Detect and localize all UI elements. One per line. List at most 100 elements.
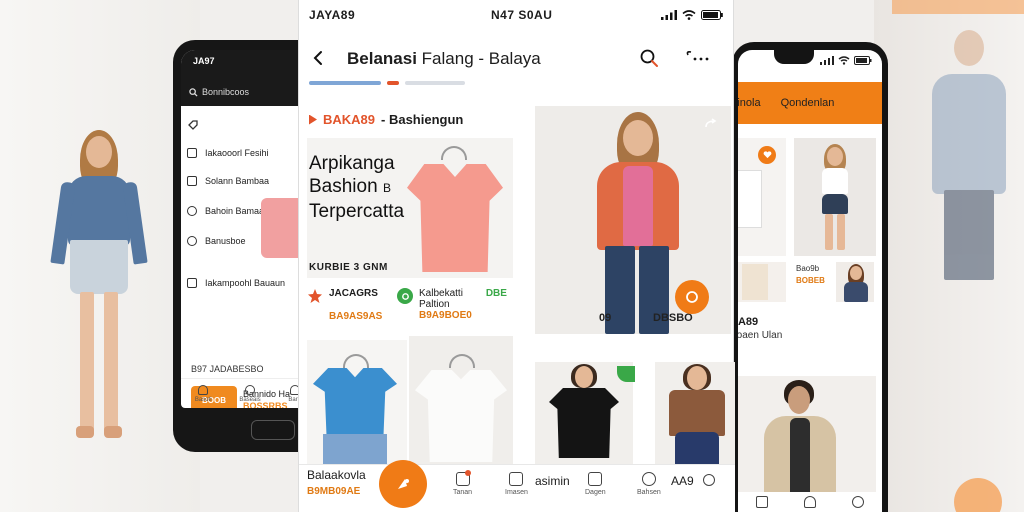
nav-label: Dagen <box>585 489 606 496</box>
signal-icon <box>820 56 834 65</box>
banner-line: Terpercatta <box>309 201 405 222</box>
heart-icon <box>187 206 197 216</box>
product-meta-right[interactable]: Kalbekatti Paltion B9A9BOE0 DBE <box>397 288 507 321</box>
left-phone-row-1[interactable]: Iakaooorl Fesihi <box>187 142 269 164</box>
bottom-product-left[interactable]: Balaakovla B9MB09AE <box>307 468 366 497</box>
battery-icon <box>701 10 723 20</box>
right-phone-bottom-nav <box>738 492 882 512</box>
nav-label: Baseais <box>239 396 261 403</box>
left-phone-row-2[interactable]: Solann Bambaa <box>187 170 269 192</box>
hanger-icon <box>343 354 369 368</box>
tab-indicator <box>309 81 465 85</box>
nav-search[interactable]: Baseais <box>239 384 261 403</box>
nav-search[interactable]: Bahsen <box>637 472 661 496</box>
bag-icon <box>187 176 197 186</box>
bottom-product-mid[interactable]: asimin <box>535 474 570 488</box>
product-card-leopard[interactable] <box>655 362 735 466</box>
cart-icon <box>187 278 197 288</box>
fullscreen-icon[interactable] <box>703 118 719 132</box>
more-icon <box>686 51 709 61</box>
left-phone-screen: JA97 Bonnibcoos Iakaooorl Fesihi Solann … <box>181 50 315 408</box>
bottom-product-title: AA9 <box>671 474 694 488</box>
cart-icon[interactable] <box>703 474 715 486</box>
favorite-badge[interactable] <box>758 146 776 164</box>
bottom-product-title: asimin <box>535 474 570 488</box>
header-left-label[interactable]: Pinola <box>738 97 761 109</box>
product-card-model-small[interactable] <box>836 262 874 302</box>
decorative-orange-bar <box>892 0 1024 14</box>
cart-icon <box>686 291 698 303</box>
back-button[interactable] <box>309 48 329 68</box>
product-price-1: BOBEB <box>796 276 825 285</box>
left-phone-row-label: Banusboe <box>205 236 246 246</box>
home-button[interactable] <box>251 420 295 440</box>
tab-indicator-active[interactable] <box>309 81 381 85</box>
flag-icon <box>309 114 317 125</box>
inbox-icon <box>509 472 524 486</box>
model-photo-left <box>50 130 150 460</box>
banner-line: Bashion <box>309 176 378 197</box>
search-icon <box>244 384 255 395</box>
search-icon <box>640 49 658 67</box>
product-label-1: Bao9b <box>796 264 820 273</box>
hanger-icon <box>441 146 467 160</box>
meta-subtitle: Paltion <box>419 299 450 310</box>
left-phone-search-text: Bonnibcoos <box>202 87 250 97</box>
photo-label-left: 09 <box>599 312 612 324</box>
center-action-button[interactable] <box>379 460 427 508</box>
product-caption: Boaen Ulan <box>738 330 783 341</box>
section-prefix: BAKA89 <box>323 112 376 127</box>
page-title: Belanasi Falang - Balaya <box>347 49 541 69</box>
product-card-white-tee[interactable] <box>409 336 513 464</box>
profile-icon[interactable] <box>852 496 864 508</box>
product-card-blue-shirt[interactable] <box>307 340 407 464</box>
product-card-skirt[interactable] <box>738 262 786 302</box>
heart-icon <box>763 151 771 159</box>
more-button[interactable] <box>683 48 711 68</box>
battery-icon <box>854 56 872 65</box>
status-icons <box>661 10 723 20</box>
header-right-label[interactable]: Qondenlan <box>781 97 835 109</box>
nav-label: Imasen <box>505 489 528 496</box>
meta-price: B9A9BOE0 <box>419 310 472 321</box>
left-phone-tags: B97 JADABESBO <box>191 364 264 374</box>
left-phone-row-tag[interactable] <box>187 114 199 136</box>
tab-indicator-accent[interactable] <box>387 81 399 85</box>
nav-inbox[interactable]: Imasen <box>505 472 528 496</box>
page-title-rest: Falang - Balaya <box>421 49 541 68</box>
add-to-cart-button[interactable] <box>675 280 709 314</box>
left-phone-row-4[interactable]: Banusboe <box>187 230 246 252</box>
bottom-product-right[interactable]: AA9 <box>671 474 694 488</box>
product-meta-left[interactable]: JACAGRS BA9AS9AS <box>307 288 382 322</box>
check-badge-icon <box>397 288 413 304</box>
product-card-man-jacket[interactable] <box>738 376 876 500</box>
sparkle-icon <box>398 479 409 489</box>
nav-label: Tanan <box>453 489 473 496</box>
status-time: N47 S0AU <box>491 8 553 22</box>
grid-icon[interactable] <box>756 496 768 508</box>
wifi-icon <box>682 10 696 20</box>
meta-tag: DBE <box>485 288 507 299</box>
bottom-product-title: Balaakovla <box>307 468 366 482</box>
hanger-icon <box>449 354 475 368</box>
left-phone-row-5[interactable]: Iakampoohl Bauaun <box>187 272 285 294</box>
product-card-model[interactable] <box>794 138 876 256</box>
bag-icon[interactable] <box>804 496 816 508</box>
left-phone-row-3[interactable]: Bahoin Bamaa <box>187 200 264 222</box>
product-pink-polo <box>407 164 503 272</box>
nav-orders[interactable]: Dagen <box>585 472 606 496</box>
left-phone-status: JA97 <box>193 56 215 66</box>
nav-label: Bahsen <box>637 489 661 496</box>
left-phone-search[interactable]: Bonnibcoos <box>189 84 309 100</box>
search-button[interactable] <box>639 48 659 68</box>
banner-headline: Arpikanga Bashion B Terpercatta <box>309 152 404 223</box>
meta-price: BA9AS9AS <box>329 311 383 322</box>
tag-icon <box>187 119 199 131</box>
tab-indicator-inactive[interactable] <box>405 81 465 85</box>
left-phone-row-label: Iakampoohl Bauaun <box>205 278 286 288</box>
nav-home[interactable]: Basoti <box>195 384 212 403</box>
product-code: AA89 <box>738 316 759 328</box>
left-phone-row-label: Iakaooorl Fesihi <box>205 148 269 158</box>
wifi-icon <box>838 56 850 65</box>
right-phone-screen: Pinola Qondenlan Bao9b BOBEB AA89 <box>738 50 882 512</box>
